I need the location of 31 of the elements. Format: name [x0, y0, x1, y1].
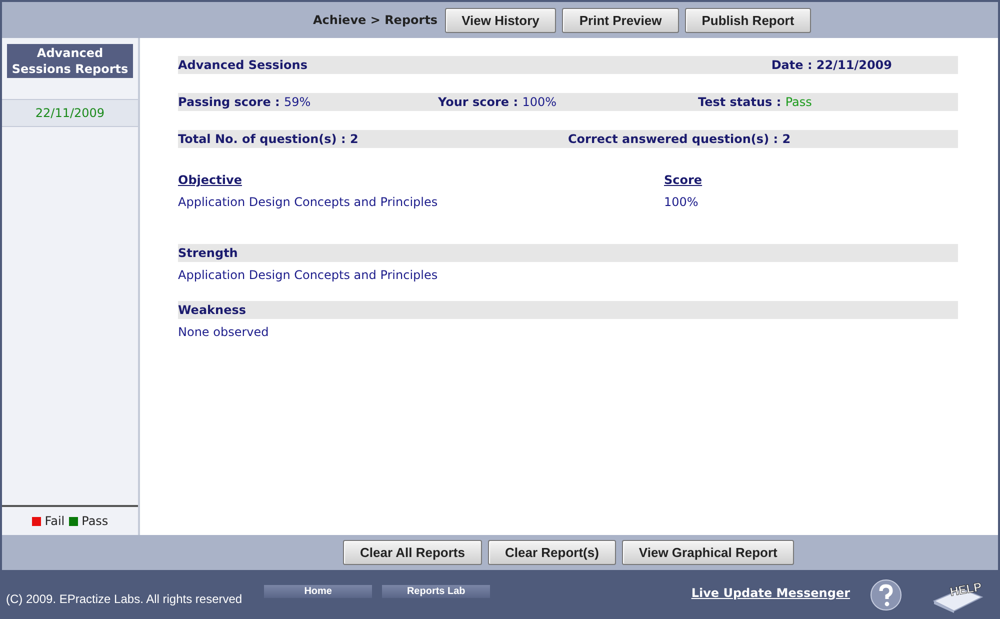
toolbar-button[interactable]: View History: [444, 8, 556, 32]
footer-link[interactable]: Reports Lab: [382, 585, 490, 598]
action-button[interactable]: Clear All Reports: [343, 540, 482, 565]
table-cell: Application Design Concepts and Principles: [178, 195, 438, 209]
report-date: Date : 22/11/2009: [771, 58, 892, 72]
score-stat: Test status : Pass: [698, 95, 813, 109]
section-heading: Strength: [178, 246, 238, 260]
score-stat: Your score : 100%: [438, 95, 558, 109]
action-button[interactable]: View Graphical Report: [622, 540, 794, 565]
report-title: Advanced Sessions: [178, 58, 308, 72]
toolbar-button[interactable]: Publish Report: [684, 8, 812, 32]
column-header: Objective: [178, 173, 242, 187]
section-text: None observed: [178, 325, 269, 339]
question-count: Total No. of question(s) : 2: [178, 132, 360, 146]
question-count: Correct answered question(s) : 2: [568, 132, 792, 146]
sidebar-title: Advanced Sessions Reports: [7, 44, 133, 78]
section-text: Application Design Concepts and Principles: [178, 268, 438, 282]
help-question-icon[interactable]: [870, 578, 902, 610]
toolbar-button[interactable]: Print Preview: [562, 8, 679, 32]
score-stat: Passing score : 59%: [178, 95, 312, 109]
footer-link[interactable]: Home: [264, 585, 372, 598]
section-heading: Weakness: [178, 303, 246, 317]
action-button[interactable]: Clear Report(s): [488, 540, 616, 565]
column-header: Score: [664, 173, 702, 187]
legend-label: Pass: [82, 514, 108, 528]
messenger-link[interactable]: Live Update Messenger: [691, 586, 850, 600]
report-date-item[interactable]: 22/11/2009: [2, 99, 138, 127]
table-cell: 100%: [664, 195, 698, 209]
legend-label: Fail: [44, 514, 65, 528]
breadcrumb: Achieve > Reports: [313, 13, 438, 27]
copyright-text: (C) 2009. EPractize Labs. All rights reserved: [6, 592, 242, 606]
